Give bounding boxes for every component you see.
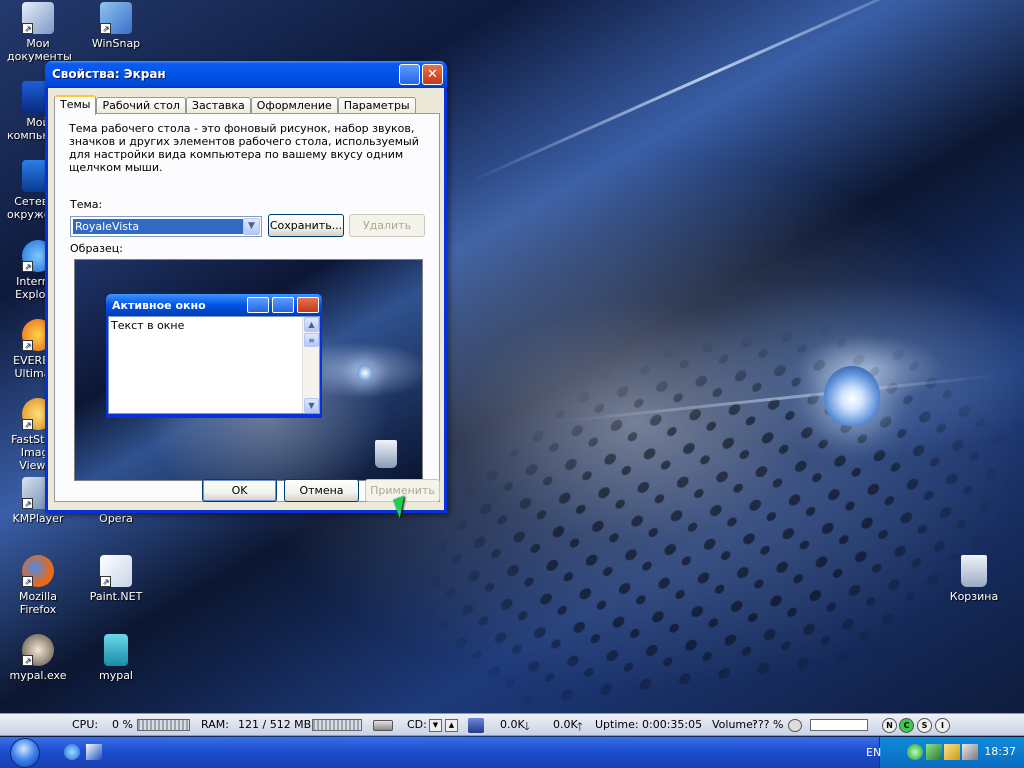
volume-label: Volume: [712, 718, 757, 731]
tray-app-icon[interactable] [907, 744, 923, 760]
cpu-value: 0 % [112, 718, 133, 731]
cpu-label: CPU: [72, 718, 99, 731]
themes-pane: Тема рабочего стола - это фоновый рисуно… [54, 113, 440, 502]
scroll-down-icon: ▼ [304, 398, 319, 413]
firefox-icon: ↗ [22, 555, 54, 587]
documents-icon: ↗ [22, 2, 54, 34]
scroll-up-icon: ▲ [304, 317, 319, 332]
preview-window: Активное окно Текст в окне ▲ ≡ ▼ [106, 294, 322, 418]
ram-value: 121 / 512 MB [238, 718, 312, 731]
network-icon [468, 718, 484, 733]
desktop-icon-winsnap[interactable]: ↗ WinSnap [78, 2, 154, 50]
preview-apple-logo [357, 364, 373, 382]
desktop-icon-mypal-exe[interactable]: ↗ mypal.exe [0, 634, 76, 682]
sample-label: Образец: [70, 242, 123, 255]
theme-preview: Активное окно Текст в окне ▲ ≡ ▼ [74, 259, 423, 481]
circle-button-n[interactable]: N [882, 718, 897, 733]
system-monitor-bar: CPU: 0 % RAM: 121 / 512 MB CD: ▼ ▲ 0.0K … [0, 713, 1024, 736]
preview-close-icon [297, 297, 319, 313]
preview-window-text: Текст в окне [111, 319, 185, 332]
cd-eject-down-icon[interactable]: ▼ [429, 719, 442, 732]
paint-net-icon: ↗ [100, 555, 132, 587]
display-properties-dialog: Свойства: Экран ✕ Темы Рабочий стол Заст… [45, 61, 447, 513]
folder-icon [104, 634, 128, 666]
tab-themes[interactable]: Темы [54, 95, 97, 115]
start-button[interactable] [10, 738, 40, 768]
scroll-thumb: ≡ [304, 333, 319, 347]
preview-recycle-bin-icon [375, 440, 397, 468]
speaker-icon[interactable] [788, 719, 802, 732]
apple-logo [824, 366, 880, 426]
quicklaunch-ie-icon[interactable] [64, 744, 80, 760]
theme-label: Тема: [70, 198, 103, 211]
ram-label: RAM: [201, 718, 229, 731]
quicklaunch-show-desktop-icon[interactable] [86, 744, 102, 760]
desktop-icon-recycle-bin[interactable]: Корзина [936, 555, 1012, 603]
preview-scrollbar: ▲ ≡ ▼ [302, 317, 319, 413]
wallpaper-leopard-pattern [397, 292, 1024, 728]
wallpaper-light-streak [469, 0, 946, 183]
desktop-icon-mypal[interactable]: mypal [78, 634, 154, 682]
dialog-client: Темы Рабочий стол Заставка Оформление Па… [48, 88, 444, 510]
download-arrow-icon: 🡓 [524, 720, 530, 733]
desktop-icon-firefox[interactable]: ↗ Mozilla Firefox [0, 555, 76, 616]
net-upload-value: 0.0K [553, 718, 578, 731]
preview-window-body: Текст в окне ▲ ≡ ▼ [108, 316, 320, 414]
upload-arrow-icon: 🡑 [577, 720, 583, 733]
circle-button-c[interactable]: C [899, 718, 914, 733]
cd-label: CD: [407, 718, 427, 731]
volume-slider[interactable] [810, 719, 868, 731]
uptime-label: Uptime: [595, 718, 639, 731]
drive-icon [373, 720, 393, 731]
delete-theme-button[interactable]: Удалить [349, 214, 425, 237]
ok-button[interactable]: OK [202, 479, 277, 502]
dialog-titlebar[interactable]: Свойства: Экран ✕ [45, 61, 447, 88]
tray-tool-icon[interactable] [962, 744, 978, 760]
dialog-title: Свойства: Экран [52, 67, 166, 81]
winsnap-icon: ↗ [100, 2, 132, 34]
volume-value: ??? % [752, 718, 784, 731]
save-theme-button[interactable]: Сохранить... [268, 214, 344, 237]
preview-window-titlebar: Активное окно [106, 294, 322, 316]
tray-warning-icon[interactable] [944, 744, 960, 760]
circle-button-s[interactable]: S [917, 718, 932, 733]
raccoon-icon: ↗ [22, 634, 54, 666]
chevron-down-icon[interactable]: ▼ [243, 218, 260, 235]
cpu-meter [137, 719, 190, 731]
theme-select-value: RoyaleVista [73, 219, 243, 234]
cd-eject-up-icon[interactable]: ▲ [445, 719, 458, 732]
themes-description: Тема рабочего стола - это фоновый рисуно… [69, 122, 419, 174]
recycle-bin-icon [961, 555, 987, 587]
preview-window-title: Активное окно [112, 299, 206, 312]
circle-button-i[interactable]: I [935, 718, 950, 733]
preview-maximize-icon [272, 297, 294, 313]
net-download-value: 0.0K [500, 718, 525, 731]
desktop-icon-my-documents[interactable]: ↗ Мои документы [0, 2, 76, 63]
tab-strip: Темы Рабочий стол Заставка Оформление Па… [54, 95, 416, 115]
uptime-value: 0:00:35:05 [642, 718, 703, 731]
theme-select[interactable]: RoyaleVista ▼ [70, 216, 262, 237]
desktop-icon-paint-net[interactable]: ↗ Paint.NET [78, 555, 154, 603]
ram-meter [312, 719, 362, 731]
cancel-button[interactable]: Отмена [284, 479, 359, 502]
tray-network-icon[interactable] [926, 744, 942, 760]
close-button[interactable]: ✕ [422, 64, 443, 85]
language-indicator[interactable]: EN [866, 746, 881, 759]
preview-minimize-icon [247, 297, 269, 313]
tray-clock[interactable]: 18:37 [984, 745, 1016, 758]
help-button[interactable] [399, 64, 420, 85]
